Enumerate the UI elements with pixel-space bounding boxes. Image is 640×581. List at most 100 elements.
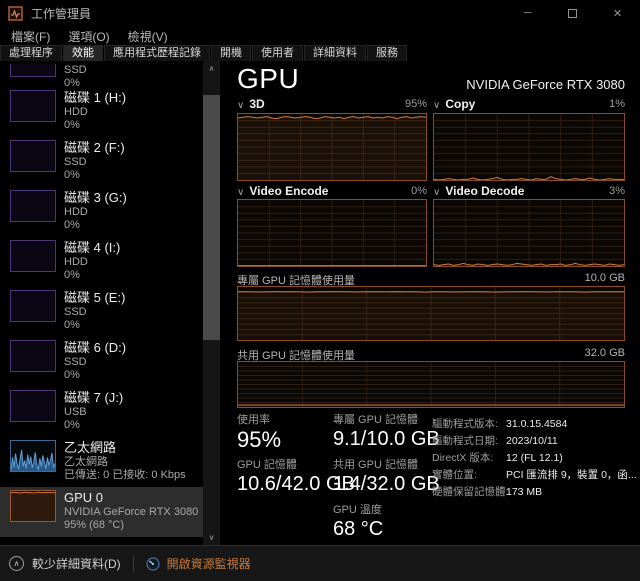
- chart-value: 95%: [405, 98, 427, 110]
- chart-max: 32.0 GB: [585, 347, 625, 359]
- chart-copy[interactable]: [433, 113, 625, 181]
- chart-label: 3D: [249, 97, 264, 111]
- chart-video-decode[interactable]: [433, 199, 625, 267]
- tab-users[interactable]: 使用者: [252, 45, 303, 61]
- maximize-icon: [568, 9, 577, 18]
- sidebar-item-type: SSD: [64, 356, 126, 369]
- sidebar-item-usage: 95% (68 °C): [64, 519, 198, 532]
- sidebar-item-usage: 0%: [64, 219, 127, 232]
- disk-chart-thumbnail: [10, 90, 56, 122]
- chevron-down-icon: ∨: [433, 100, 440, 111]
- sidebar-item-disk-4[interactable]: 磁碟 4 (I:) HDD 0%: [0, 237, 203, 287]
- tab-services[interactable]: 服務: [367, 45, 407, 61]
- sidebar-item-name: 磁碟 5 (E:): [64, 290, 125, 306]
- sidebar-item-type: USB: [64, 406, 123, 419]
- chart-value: 3%: [609, 185, 625, 197]
- chart-label: Video Decode: [445, 184, 524, 198]
- fewer-details-button[interactable]: ∧ 較少詳細資料(D): [0, 555, 121, 572]
- detail-physical-location: 實體位置: PCI 匯流排 9，裝置 0，函...: [432, 467, 638, 484]
- chart-label: Video Encode: [249, 184, 328, 198]
- stats-column-1: 使用率 95% GPU 記憶體 10.6/42.0 GB: [237, 414, 329, 504]
- detail-directx-version: DirectX 版本: 12 (FL 12.1): [432, 450, 638, 467]
- stat-label: 專屬 GPU 記憶體: [333, 414, 431, 427]
- sidebar-item-type: HDD: [64, 256, 120, 269]
- sidebar-item-usage: 0%: [64, 319, 125, 332]
- chart-header-video-encode: ∨Video Encode 0%: [237, 184, 427, 199]
- disk-chart-thumbnail: [10, 190, 56, 222]
- tab-startup[interactable]: 開機: [211, 45, 251, 61]
- sidebar-item-usage: 已傳送: 0 已接收: 0 Kbps: [64, 469, 186, 482]
- detail-value: 173 MB: [506, 484, 542, 501]
- scrollbar-thumb[interactable]: [203, 95, 220, 340]
- sidebar-item-disk-6[interactable]: 磁碟 6 (D:) SSD 0%: [0, 337, 203, 387]
- maximize-button[interactable]: [550, 0, 595, 26]
- scroll-up-button[interactable]: ∧: [203, 61, 220, 76]
- chart-value: 1%: [609, 98, 625, 110]
- scroll-down-button[interactable]: ∨: [203, 530, 220, 545]
- sidebar-item-disk-0-partial[interactable]: SSD 0%: [0, 61, 203, 87]
- sidebar-item-disk-7[interactable]: 磁碟 7 (J:) USB 0%: [0, 387, 203, 437]
- detail-hardware-reserved-memory: 硬體保留記憶體: 173 MB: [432, 484, 638, 501]
- stat-gpu-memory: GPU 記憶體 10.6/42.0 GB: [237, 459, 329, 497]
- detail-label: DirectX 版本:: [432, 450, 506, 467]
- menu-options[interactable]: 選項(O): [59, 26, 118, 47]
- sidebar-item-type: 乙太網路: [64, 456, 186, 469]
- sidebar-item-disk-5[interactable]: 磁碟 5 (E:) SSD 0%: [0, 287, 203, 337]
- page-title: GPU: [237, 63, 299, 95]
- menu-bar: 檔案(F) 選項(O) 檢視(V): [0, 26, 640, 46]
- scroll-down-icon: ∨: [209, 533, 215, 542]
- sidebar-item-disk-1[interactable]: 磁碟 1 (H:) HDD 0%: [0, 87, 203, 137]
- gpu-name: NVIDIA GeForce RTX 3080: [466, 77, 625, 92]
- tab-performance[interactable]: 效能: [63, 45, 103, 61]
- disk-chart-thumbnail: [10, 140, 56, 172]
- chart-shared-memory[interactable]: [237, 361, 625, 408]
- window-controls: ─ ✕: [505, 0, 640, 26]
- menu-file[interactable]: 檔案(F): [2, 26, 59, 47]
- performance-content: SSD 0% 磁碟 1 (H:) HDD 0% 磁碟 2 (F:): [0, 61, 640, 545]
- footer-bar: ∧ 較少詳細資料(D) 開啟資源監視器: [0, 545, 640, 581]
- tab-processes[interactable]: 處理程序: [0, 45, 62, 61]
- stat-label: 使用率: [237, 414, 329, 427]
- sidebar-item-gpu-0[interactable]: GPU 0 NVIDIA GeForce RTX 3080 95% (68 °C…: [0, 487, 203, 537]
- sidebar-item-ethernet[interactable]: 乙太網路 乙太網路 已傳送: 0 已接收: 0 Kbps: [0, 437, 203, 487]
- tab-app-history[interactable]: 應用程式歷程記錄: [104, 45, 210, 61]
- chart-video-encode[interactable]: [237, 199, 427, 267]
- minimize-button[interactable]: ─: [505, 0, 550, 26]
- sidebar-item-type: HDD: [64, 206, 127, 219]
- detail-value: 31.0.15.4584: [506, 416, 567, 433]
- close-icon: ✕: [613, 7, 622, 20]
- gpu-panel: GPU NVIDIA GeForce RTX 3080 ∨3D 95% ∨Cop…: [220, 61, 640, 545]
- close-button[interactable]: ✕: [595, 0, 640, 26]
- disk-chart-thumbnail: [10, 64, 56, 77]
- detail-value: PCI 匯流排 9，裝置 0，函...: [506, 467, 637, 484]
- chart-dedicated-memory[interactable]: [237, 286, 625, 341]
- sidebar-item-usage: 0%: [64, 269, 120, 282]
- tab-bar: 處理程序 效能 應用程式歷程記錄 開機 使用者 詳細資料 服務: [0, 46, 640, 61]
- stat-utilization: 使用率 95%: [237, 414, 329, 452]
- chart-header-dedicated-memory: 專屬 GPU 記憶體使用量 10.0 GB: [237, 272, 625, 286]
- sidebar-item-usage: 0%: [64, 169, 125, 182]
- disk-chart-thumbnail: [10, 390, 56, 422]
- sidebar-item-type: SSD: [64, 156, 125, 169]
- stat-value: 9.1/10.0 GB: [333, 427, 431, 452]
- stat-value: 10.6/42.0 GB: [237, 472, 329, 497]
- chart-3d[interactable]: [237, 113, 427, 181]
- chevron-down-icon: ∨: [237, 100, 244, 111]
- gpu-details-table: 驅動程式版本: 31.0.15.4584 驅動程式日期: 2023/10/11 …: [432, 416, 638, 501]
- detail-label: 驅動程式版本:: [432, 416, 506, 433]
- collapse-icon: ∧: [9, 556, 24, 571]
- chart-header-shared-memory: 共用 GPU 記憶體使用量 32.0 GB: [237, 347, 625, 361]
- task-manager-window: 工作管理員 ─ ✕ 檔案(F) 選項(O) 檢視(V) 處理程序 效能 應用程式…: [0, 0, 640, 581]
- menu-view[interactable]: 檢視(V): [119, 26, 177, 47]
- sidebar-item-disk-2[interactable]: 磁碟 2 (F:) SSD 0%: [0, 137, 203, 187]
- sidebar-item-name: 磁碟 6 (D:): [64, 340, 126, 356]
- sidebar-item-disk-3[interactable]: 磁碟 3 (G:) HDD 0%: [0, 187, 203, 237]
- chart-value: 0%: [411, 185, 427, 197]
- detail-value: 12 (FL 12.1): [506, 450, 563, 467]
- sidebar-item-type: SSD: [64, 306, 125, 319]
- sidebar-item-name: GPU 0: [64, 490, 198, 506]
- tab-details[interactable]: 詳細資料: [304, 45, 366, 61]
- sidebar-scrollbar[interactable]: ∧ ∨: [203, 61, 220, 545]
- minimize-icon: ─: [524, 7, 532, 19]
- open-resource-monitor-button[interactable]: 開啟資源監視器: [146, 555, 251, 572]
